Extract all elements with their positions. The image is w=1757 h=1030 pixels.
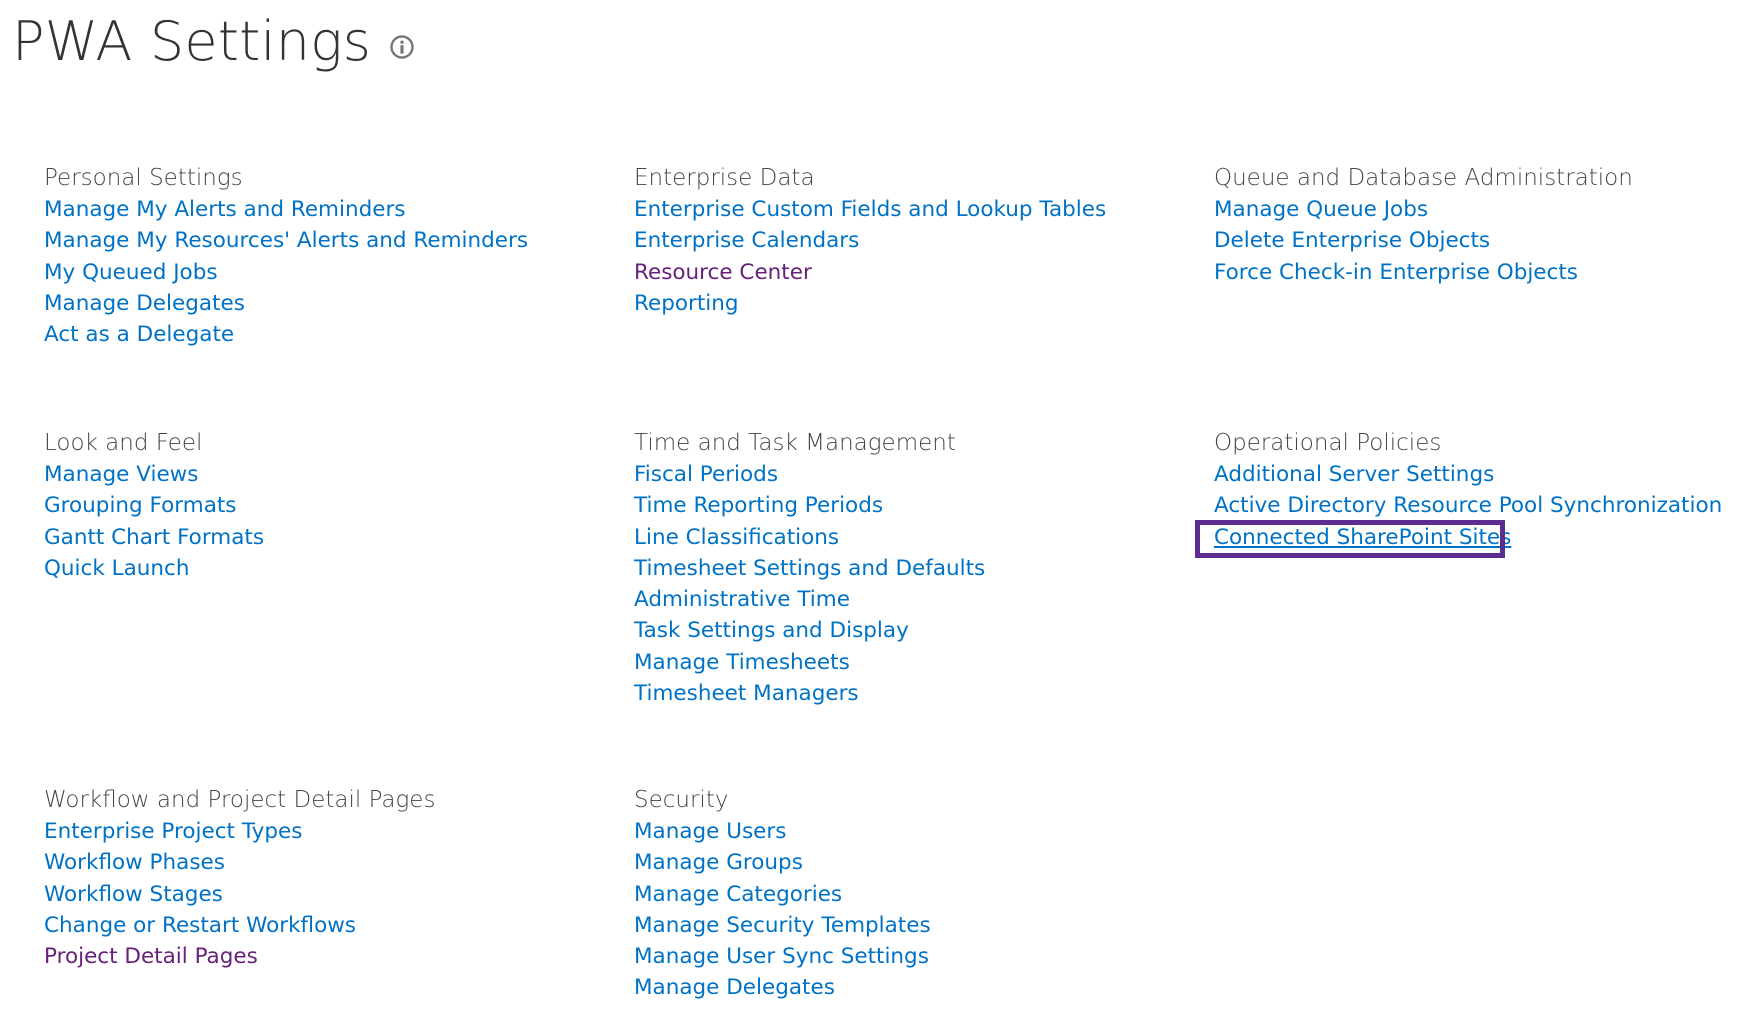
- section-security: Security Manage Users Manage Groups Mana…: [634, 785, 931, 1004]
- section-heading: Queue and Database Administration: [1214, 165, 1633, 191]
- link-list: Enterprise Custom Fields and Lookup Tabl…: [634, 194, 1106, 319]
- section-heading: Workflow and Project Detail Pages: [44, 787, 436, 813]
- link-list: Additional Server Settings Active Direct…: [1214, 459, 1722, 553]
- link-list: Enterprise Project Types Workflow Phases…: [44, 816, 435, 972]
- link-project-detail-pages[interactable]: Project Detail Pages: [44, 944, 258, 969]
- link-manage-users[interactable]: Manage Users: [634, 819, 786, 844]
- link-ad-resource-pool-sync[interactable]: Active Directory Resource Pool Synchroni…: [1214, 493, 1722, 518]
- link-my-queued-jobs[interactable]: My Queued Jobs: [44, 260, 218, 285]
- page-title-text: PWA Settings: [12, 10, 372, 73]
- link-connected-sharepoint-sites[interactable]: Connected SharePoint Sites: [1214, 525, 1511, 550]
- link-fiscal-periods[interactable]: Fiscal Periods: [634, 462, 778, 487]
- link-manage-delegates[interactable]: Manage Delegates: [44, 291, 245, 316]
- link-delete-enterprise-objects[interactable]: Delete Enterprise Objects: [1214, 228, 1490, 253]
- section-enterprise-data: Enterprise Data Enterprise Custom Fields…: [634, 163, 1106, 319]
- link-enterprise-custom-fields[interactable]: Enterprise Custom Fields and Lookup Tabl…: [634, 197, 1106, 222]
- section-heading: Enterprise Data: [634, 165, 815, 191]
- link-list: Fiscal Periods Time Reporting Periods Li…: [634, 459, 985, 709]
- page-title: PWA Settings: [12, 6, 415, 78]
- link-manage-categories[interactable]: Manage Categories: [634, 882, 842, 907]
- link-line-classifications[interactable]: Line Classifications: [634, 525, 839, 550]
- link-timesheet-settings[interactable]: Timesheet Settings and Defaults: [634, 556, 985, 581]
- link-force-checkin-objects[interactable]: Force Check-in Enterprise Objects: [1214, 260, 1578, 285]
- link-manage-timesheets[interactable]: Manage Timesheets: [634, 650, 850, 675]
- link-enterprise-calendars[interactable]: Enterprise Calendars: [634, 228, 859, 253]
- link-quick-launch[interactable]: Quick Launch: [44, 556, 189, 581]
- info-icon[interactable]: [389, 34, 415, 60]
- section-heading: Security: [634, 787, 729, 813]
- link-change-restart-workflows[interactable]: Change or Restart Workflows: [44, 913, 356, 938]
- link-time-reporting-periods[interactable]: Time Reporting Periods: [634, 493, 883, 518]
- link-manage-security-templates[interactable]: Manage Security Templates: [634, 913, 931, 938]
- link-resource-center[interactable]: Resource Center: [634, 260, 812, 285]
- section-heading: Look and Feel: [44, 430, 203, 456]
- link-manage-resources-alerts[interactable]: Manage My Resources' Alerts and Reminder…: [44, 228, 528, 253]
- link-reporting[interactable]: Reporting: [634, 291, 739, 316]
- link-list: Manage My Alerts and Reminders Manage My…: [44, 194, 528, 350]
- link-additional-server-settings[interactable]: Additional Server Settings: [1214, 462, 1494, 487]
- section-workflow-project-detail: Workflow and Project Detail Pages Enterp…: [44, 785, 435, 972]
- section-time-task-management: Time and Task Management Fiscal Periods …: [634, 428, 985, 709]
- link-manage-views[interactable]: Manage Views: [44, 462, 198, 487]
- link-workflow-phases[interactable]: Workflow Phases: [44, 850, 225, 875]
- section-operational-policies: Operational Policies Additional Server S…: [1214, 428, 1722, 553]
- link-act-as-delegate[interactable]: Act as a Delegate: [44, 322, 234, 347]
- link-list: Manage Queue Jobs Delete Enterprise Obje…: [1214, 194, 1633, 288]
- link-manage-queue-jobs[interactable]: Manage Queue Jobs: [1214, 197, 1428, 222]
- section-look-and-feel: Look and Feel Manage Views Grouping Form…: [44, 428, 264, 584]
- link-list: Manage Users Manage Groups Manage Catego…: [634, 816, 931, 1004]
- link-task-settings-display[interactable]: Task Settings and Display: [634, 618, 909, 643]
- link-administrative-time[interactable]: Administrative Time: [634, 587, 850, 612]
- link-grouping-formats[interactable]: Grouping Formats: [44, 493, 237, 518]
- section-heading: Personal Settings: [44, 165, 243, 191]
- section-personal-settings: Personal Settings Manage My Alerts and R…: [44, 163, 528, 350]
- link-gantt-chart-formats[interactable]: Gantt Chart Formats: [44, 525, 264, 550]
- link-manage-my-alerts[interactable]: Manage My Alerts and Reminders: [44, 197, 406, 222]
- section-heading: Time and Task Management: [634, 430, 956, 456]
- link-security-manage-delegates[interactable]: Manage Delegates: [634, 975, 835, 1000]
- link-manage-groups[interactable]: Manage Groups: [634, 850, 803, 875]
- link-manage-user-sync-settings[interactable]: Manage User Sync Settings: [634, 944, 929, 969]
- link-workflow-stages[interactable]: Workflow Stages: [44, 882, 223, 907]
- link-enterprise-project-types[interactable]: Enterprise Project Types: [44, 819, 302, 844]
- section-queue-database-admin: Queue and Database Administration Manage…: [1214, 163, 1633, 288]
- section-heading: Operational Policies: [1214, 430, 1442, 456]
- link-timesheet-managers[interactable]: Timesheet Managers: [634, 681, 859, 706]
- link-list: Manage Views Grouping Formats Gantt Char…: [44, 459, 264, 584]
